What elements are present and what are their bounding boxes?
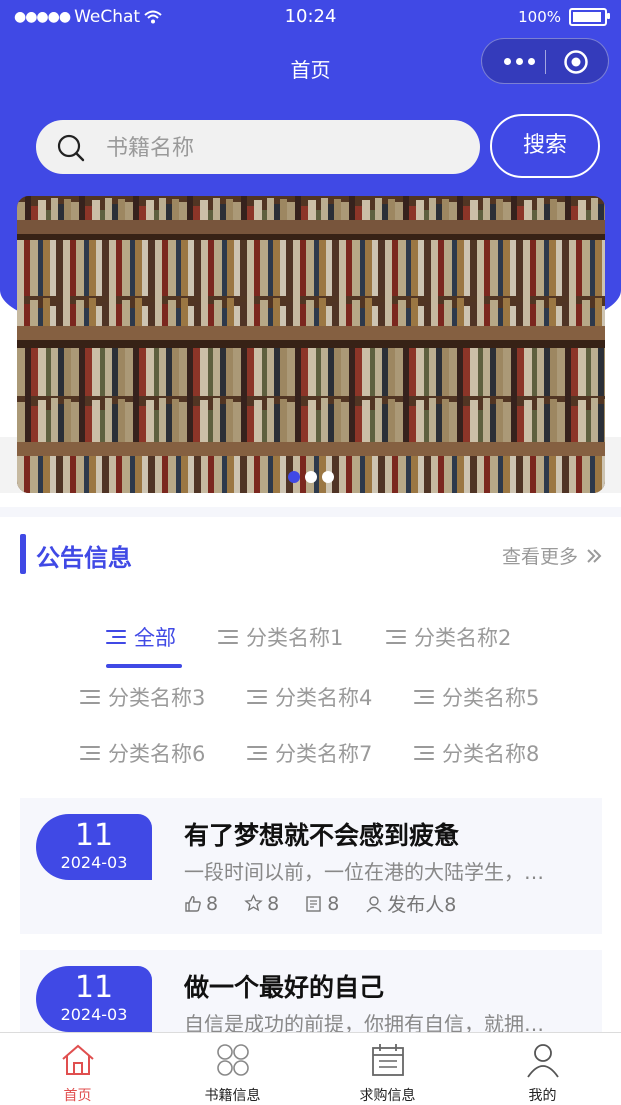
view-more-label: 查看更多: [501, 546, 578, 568]
carousel-dot[interactable]: [322, 471, 334, 483]
tab-label: 首页: [63, 1088, 92, 1104]
tab-label: 我的: [528, 1088, 557, 1104]
article-card[interactable]: 11 2024-03 有了梦想就不会感到疲惫 一段时间以前，一位在港的大陆学生，…: [20, 798, 602, 934]
favorite-stat: 8: [244, 890, 279, 917]
author-stat: 发布人8: [365, 890, 456, 917]
category-label: 分类名称5: [442, 686, 540, 710]
article-title: 做一个最好的自己: [184, 973, 385, 1002]
section-title: 公告信息: [36, 544, 132, 572]
article-stats: 8 8 8 发布人8: [184, 890, 456, 917]
active-tab-indicator: [106, 664, 182, 668]
view-stat: 8: [305, 890, 339, 917]
menu-lines-icon: [247, 689, 269, 705]
menu-lines-icon: [106, 629, 128, 645]
view-more-link[interactable]: 查看更多: [502, 542, 602, 569]
battery-percent: 100%: [518, 8, 561, 26]
tab-books[interactable]: 书籍信息: [155, 1033, 310, 1105]
search-bar: [36, 120, 480, 174]
notice-section-header: 公告信息 查看更多: [20, 534, 602, 574]
view-count: 8: [327, 892, 340, 915]
category-tab[interactable]: 分类名称1: [218, 622, 343, 652]
menu-lines-icon: [80, 689, 102, 705]
tab-label: 书籍信息: [204, 1088, 261, 1104]
category-tab-all[interactable]: 全部: [106, 622, 176, 652]
bookshelf-image: [17, 196, 605, 493]
tab-label: 求购信息: [359, 1088, 416, 1104]
article-summary: 一段时间以前，一位在港的大陆学生，…: [184, 860, 544, 884]
category-label: 分类名称2: [414, 626, 512, 650]
category-tab[interactable]: 分类名称5: [414, 682, 539, 712]
category-label: 全部: [134, 626, 176, 650]
carousel-dot[interactable]: [288, 471, 300, 483]
menu-lines-icon: [414, 745, 436, 761]
date-day: 11: [74, 818, 114, 853]
menu-lines-icon: [247, 745, 269, 761]
calendar-icon: [372, 1044, 404, 1076]
category-label: 分类名称4: [275, 686, 373, 710]
menu-lines-icon: [386, 629, 408, 645]
thumbs-up-icon: [185, 895, 201, 912]
tab-wanted[interactable]: 求购信息: [310, 1033, 465, 1105]
user-icon: [527, 1044, 559, 1078]
category-label: 分类名称1: [246, 626, 344, 650]
section-divider: [0, 507, 621, 517]
capsule-divider: [545, 50, 546, 74]
menu-lines-icon: [414, 689, 436, 705]
menu-lines-icon: [80, 745, 102, 761]
date-month: 2024-03: [60, 1005, 128, 1024]
section-accent-bar: [20, 534, 26, 574]
double-chevron-right-icon: [587, 548, 602, 563]
date-month: 2024-03: [60, 853, 128, 872]
target-circle-icon[interactable]: [563, 49, 589, 75]
bottom-tab-bar: 首页 书籍信息 求购信息 我的: [0, 1032, 621, 1105]
category-tab[interactable]: 分类名称3: [80, 682, 205, 712]
carousel-indicators: [17, 471, 605, 483]
home-icon: [62, 1044, 94, 1075]
author-name: 发布人8: [387, 894, 457, 916]
battery-info: 100%: [518, 8, 610, 26]
star-icon: [244, 894, 263, 912]
article-title: 有了梦想就不会感到疲惫: [184, 821, 460, 850]
date-day: 11: [74, 970, 114, 1005]
search-icon: [57, 134, 85, 162]
user-icon: [366, 895, 382, 912]
document-icon: [306, 895, 321, 912]
category-tab[interactable]: 分类名称2: [386, 622, 511, 652]
favorite-count: 8: [267, 892, 280, 915]
category-label: 分类名称3: [108, 686, 206, 710]
search-input[interactable]: [104, 130, 468, 166]
category-label: 分类名称7: [275, 742, 373, 766]
more-dots-icon[interactable]: [496, 45, 542, 77]
carousel-dot[interactable]: [305, 471, 317, 483]
battery-icon: [569, 8, 610, 26]
category-label: 分类名称8: [442, 742, 540, 766]
menu-lines-icon: [218, 629, 240, 645]
date-badge: 11 2024-03: [36, 814, 152, 880]
grid-icon: [217, 1044, 249, 1076]
like-stat: 8: [184, 890, 218, 917]
status-bar: ●●●●● WeChat 10:24 100%: [0, 0, 621, 34]
tab-home[interactable]: 首页: [0, 1033, 155, 1105]
search-button[interactable]: 搜索: [490, 114, 600, 178]
category-tab[interactable]: 分类名称4: [247, 682, 372, 712]
date-badge: 11 2024-03: [36, 966, 152, 1032]
category-label: 分类名称6: [108, 742, 206, 766]
mini-program-capsule: [481, 38, 609, 84]
like-count: 8: [206, 892, 219, 915]
category-tab[interactable]: 分类名称7: [247, 738, 372, 768]
tab-mine[interactable]: 我的: [465, 1033, 620, 1105]
category-tab[interactable]: 分类名称6: [80, 738, 205, 768]
category-tab[interactable]: 分类名称8: [414, 738, 539, 768]
banner-carousel[interactable]: [17, 196, 605, 493]
